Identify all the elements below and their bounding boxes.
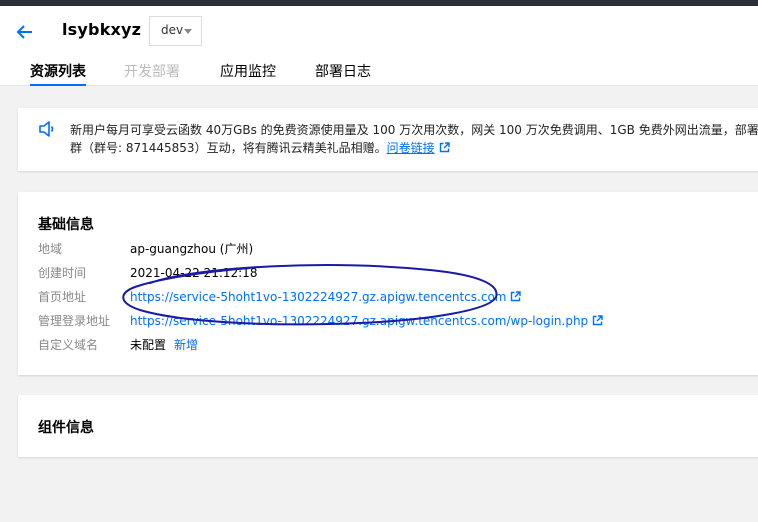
speaker-icon: [39, 121, 54, 137]
custom-domain-status: 未配置: [130, 338, 167, 352]
notice-banner: 新用户每月可享受云函数 40万GBs 的免费资源使用量及 100 万次用次数，网…: [18, 108, 758, 171]
external-link-icon[interactable]: [439, 142, 450, 153]
notice-line-1: 新用户每月可享受云函数 40万GBs 的免费资源使用量及 100 万次用次数，网…: [70, 123, 758, 137]
homepage-url-text[interactable]: https://service-5hoht1vo-1302224927.gz.a…: [130, 290, 506, 304]
components-title: 组件信息: [38, 420, 94, 436]
created-time-label: 创建时间: [38, 266, 87, 280]
region-label: 地域: [38, 242, 63, 256]
tab-dev-deploy: 开发部署: [124, 64, 180, 80]
components-card: 组件信息: [18, 395, 758, 457]
chevron-down-icon: [184, 29, 192, 34]
tab-monitoring[interactable]: 应用监控: [220, 61, 276, 86]
back-arrow-icon[interactable]: [15, 22, 35, 42]
admin-login-url-text[interactable]: https://service-5hoht1vo-1302224927.gz.a…: [130, 314, 588, 328]
app-title: lsybkxyz: [62, 20, 142, 39]
custom-domain-value: 未配置 新增: [130, 336, 198, 354]
created-time-value: 2021-04-22 21:12:18: [130, 266, 258, 280]
env-select-value: dev: [161, 23, 184, 37]
env-select[interactable]: dev: [149, 16, 202, 46]
survey-link[interactable]: 问卷链接: [387, 141, 435, 155]
basic-info-card: 基础信息 地域 ap-guangzhou (广州) 创建时间 2021-04-2…: [18, 192, 758, 375]
external-link-icon[interactable]: [510, 291, 522, 302]
homepage-url-link[interactable]: https://service-5hoht1vo-1302224927.gz.a…: [130, 288, 522, 306]
tab-deploy-logs[interactable]: 部署日志: [315, 61, 371, 86]
notice-line-2: 群（群号: 871445853）互动，将有腾讯云精美礼品相赠。问卷链接: [70, 139, 758, 157]
external-link-icon[interactable]: [592, 315, 603, 326]
region-value: ap-guangzhou (广州): [130, 242, 254, 256]
basic-info-title: 基础信息: [38, 217, 94, 233]
tab-resources[interactable]: 资源列表: [30, 61, 86, 86]
admin-login-label: 管理登录地址: [38, 314, 111, 328]
homepage-label: 首页地址: [38, 290, 87, 304]
admin-login-url-link[interactable]: https://service-5hoht1vo-1302224927.gz.a…: [130, 312, 603, 330]
add-domain-link[interactable]: 新增: [174, 338, 198, 352]
notice-text: 新用户每月可享受云函数 40万GBs 的免费资源使用量及 100 万次用次数，网…: [70, 121, 758, 157]
custom-domain-label: 自定义域名: [38, 338, 99, 352]
page-header: lsybkxyz dev 资源列表 开发部署 应用监控 部署日志: [0, 6, 758, 86]
notice-line-2-text: 群（群号: 871445853）互动，将有腾讯云精美礼品相赠。: [70, 141, 387, 155]
